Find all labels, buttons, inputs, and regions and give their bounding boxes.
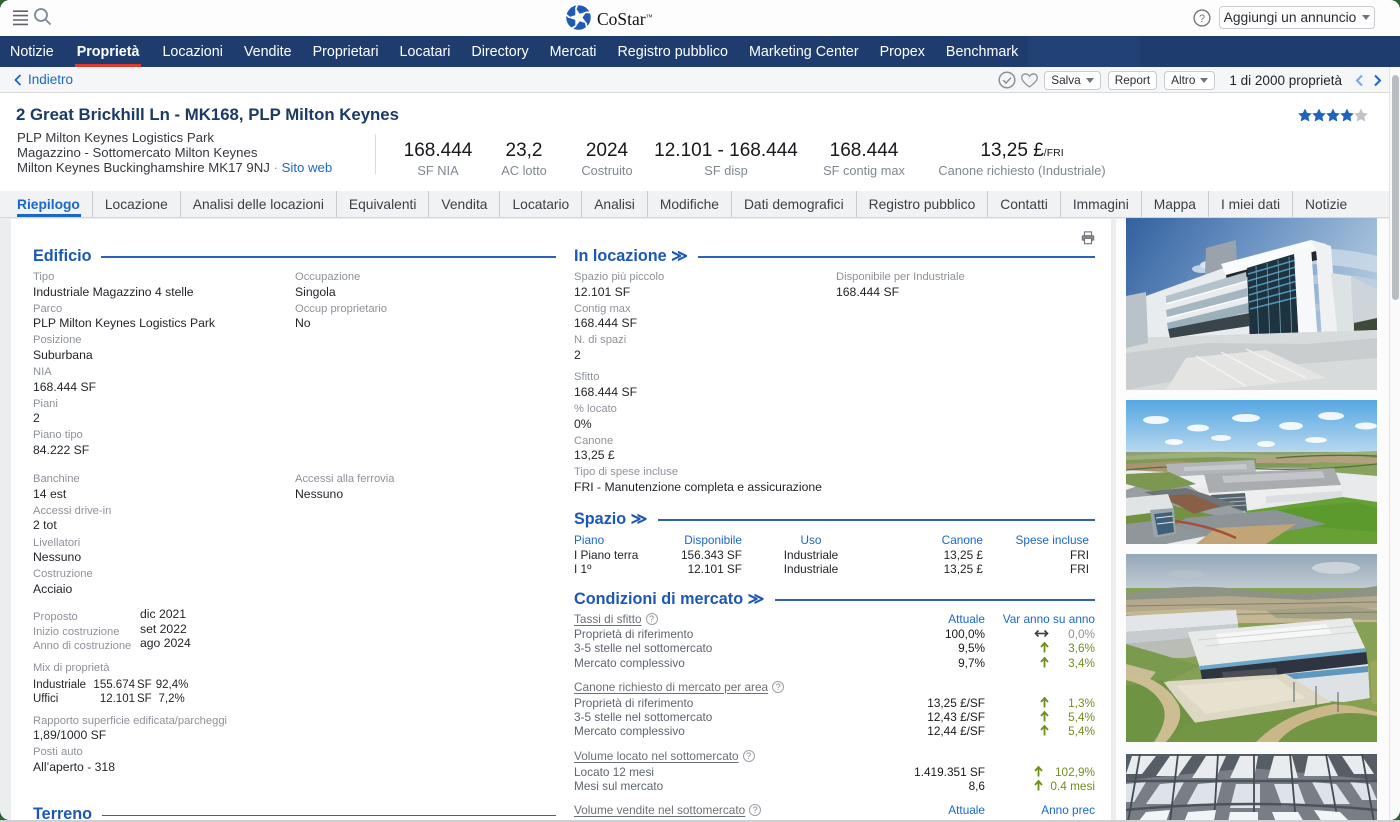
svg-text:?: ? [1199, 13, 1205, 25]
